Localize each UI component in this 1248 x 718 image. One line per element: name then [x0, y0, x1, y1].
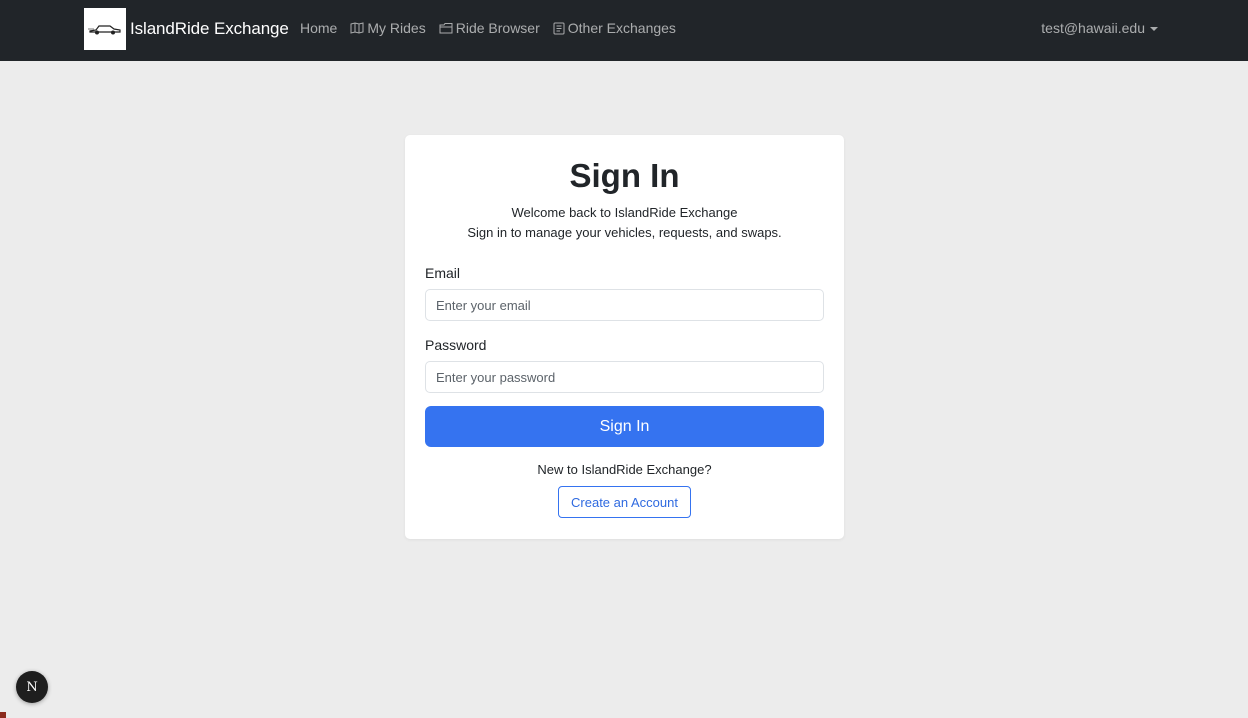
nav-other-exchanges-label: Other Exchanges	[567, 20, 676, 36]
password-label: Password	[425, 337, 487, 353]
brand-name: IslandRide Exchange	[130, 19, 289, 38]
user-email: test@hawaii.edu	[1041, 20, 1145, 36]
email-field[interactable]	[425, 289, 824, 321]
caret-down-icon	[1150, 26, 1158, 31]
badge-letter: N	[26, 679, 38, 695]
nav-ride-browser-label: Ride Browser	[455, 20, 540, 36]
sign-in-button[interactable]: Sign In	[425, 406, 824, 447]
top-navbar: IslandRide Exchange Home My Rides Ride B…	[0, 0, 1248, 61]
nav-my-rides-label: My Rides	[367, 20, 426, 36]
password-field[interactable]	[425, 361, 824, 393]
page-title: Sign In	[569, 157, 680, 194]
brand-link[interactable]: IslandRide Exchange	[84, 8, 289, 50]
nav-links: Home My Rides Ride Browser Other Exchang…	[300, 20, 676, 36]
signup-prompt: New to IslandRide Exchange?	[537, 462, 712, 477]
car-logo-icon	[84, 8, 126, 50]
email-label: Email	[425, 265, 461, 281]
nav-other-exchanges[interactable]: Other Exchanges	[553, 20, 676, 36]
document-icon	[553, 22, 565, 35]
folder-icon	[439, 22, 453, 34]
nav-my-rides[interactable]: My Rides	[350, 20, 426, 36]
create-account-button[interactable]: Create an Account	[558, 486, 691, 518]
user-dropdown[interactable]: test@hawaii.edu	[1041, 20, 1158, 36]
signin-description: Sign in to manage your vehicles, request…	[467, 225, 782, 240]
welcome-text: Welcome back to IslandRide Exchange	[511, 205, 738, 220]
nav-home[interactable]: Home	[300, 20, 337, 36]
window-corner	[0, 712, 6, 718]
map-icon	[350, 22, 364, 34]
nav-home-label: Home	[300, 20, 338, 36]
nav-ride-browser[interactable]: Ride Browser	[439, 20, 540, 36]
signin-card: Sign In Welcome back to IslandRide Excha…	[405, 135, 844, 539]
nextjs-dev-badge[interactable]: N	[16, 671, 48, 703]
